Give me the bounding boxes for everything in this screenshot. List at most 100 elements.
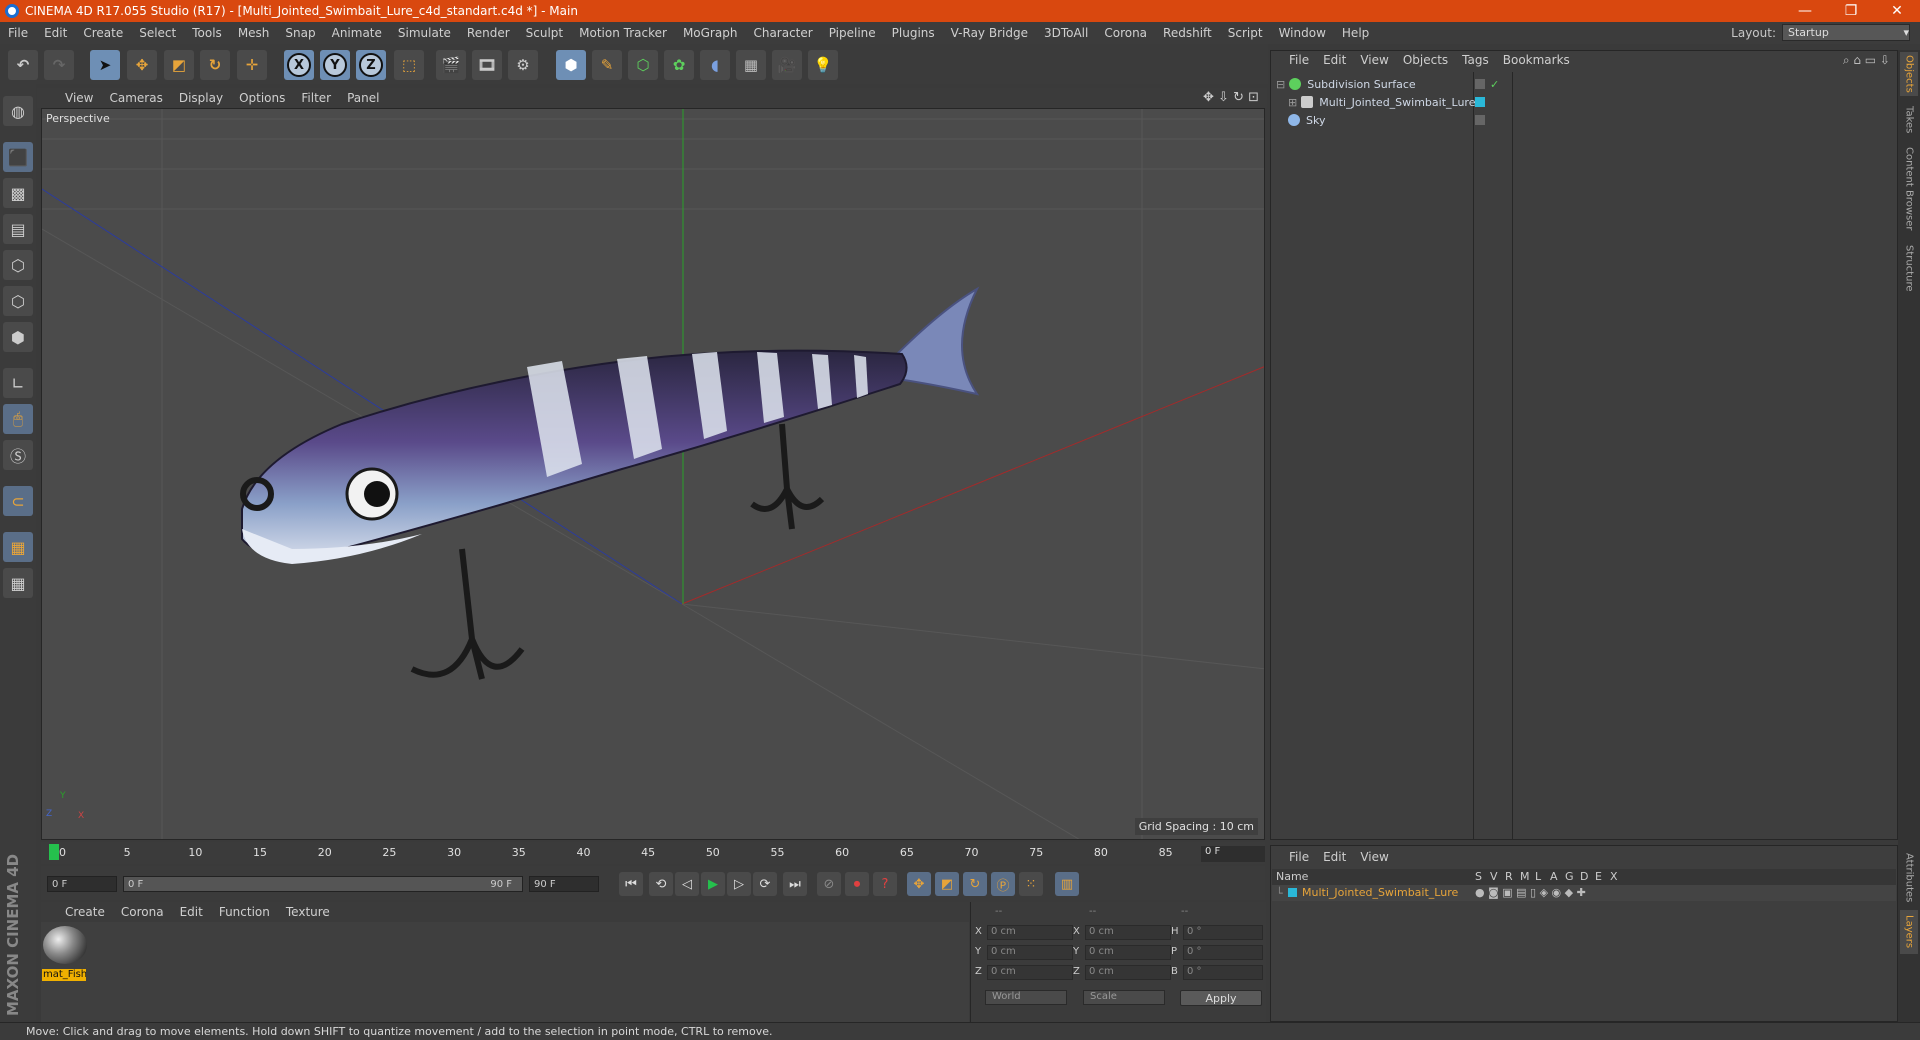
- previous-key-button[interactable]: ⟲: [649, 872, 673, 896]
- layer-name[interactable]: Multi_Jointed_Swimbait_Lure: [1302, 886, 1458, 899]
- viewport-menu-display[interactable]: Display: [171, 91, 231, 105]
- size-mode-dropdown[interactable]: Scale: [1083, 990, 1165, 1005]
- end-frame-field[interactable]: 90 F: [529, 876, 599, 892]
- edges-mode-button[interactable]: ⬡: [3, 286, 33, 316]
- key-scale-button[interactable]: ◩: [935, 872, 959, 896]
- viewport-nav-icons[interactable]: ✥ ⇩ ↻ ⊡: [1203, 90, 1259, 105]
- layer-menu-view[interactable]: View: [1353, 850, 1395, 864]
- coordinate-space-dropdown[interactable]: World: [985, 990, 1067, 1005]
- swimbait-lure-model[interactable]: [240, 286, 980, 680]
- menu-corona[interactable]: Corona: [1096, 26, 1155, 40]
- menu-motion-tracker[interactable]: Motion Tracker: [571, 26, 675, 40]
- camera-label[interactable]: Perspective: [46, 112, 110, 125]
- material-menu-corona[interactable]: Corona: [113, 905, 172, 919]
- go-to-end-button[interactable]: ⏭: [783, 872, 807, 896]
- close-button[interactable]: ✕: [1874, 0, 1920, 22]
- add-camera-button[interactable]: 🎥: [772, 50, 802, 80]
- viewport-menu-cameras[interactable]: Cameras: [101, 91, 170, 105]
- lock-y-axis-button[interactable]: Y: [320, 50, 350, 80]
- layer-col-locked[interactable]: L: [1535, 870, 1541, 883]
- add-spline-button[interactable]: ✎: [592, 50, 622, 80]
- play-button[interactable]: ▶: [701, 872, 725, 896]
- viewport-menu-panel[interactable]: Panel: [339, 91, 387, 105]
- menu-script[interactable]: Script: [1220, 26, 1271, 40]
- menu-3dtoall[interactable]: 3DToAll: [1036, 26, 1096, 40]
- viewport-menu-filter[interactable]: Filter: [293, 91, 339, 105]
- coord-field-b[interactable]: 0 °: [1183, 965, 1263, 980]
- material-preview-sphere[interactable]: [43, 926, 87, 964]
- visibility-toggle-icon[interactable]: [1475, 115, 1485, 125]
- coord-field-pz[interactable]: 0 cm: [987, 965, 1073, 980]
- object-manager-search-icon[interactable]: ⌕ ⌂ ▭ ⇩: [1843, 53, 1890, 68]
- layer-col-view[interactable]: V: [1490, 870, 1498, 883]
- frame-range-slider[interactable]: 0 F 90 F: [123, 876, 523, 892]
- layer-flag-icons[interactable]: ● ◙ ▣ ▤ ▯ ◈ ◉ ◆ ✚: [1475, 886, 1586, 899]
- tab-objects[interactable]: Objects: [1900, 52, 1918, 96]
- workplane-lock-button[interactable]: ▦: [3, 532, 33, 562]
- menu-snap[interactable]: Snap: [277, 26, 323, 40]
- add-deformer-button[interactable]: ◖: [700, 50, 730, 80]
- start-frame-field[interactable]: 0 F: [47, 876, 117, 892]
- collapse-icon[interactable]: ⊟: [1276, 78, 1285, 91]
- material-name-label[interactable]: mat_Fish: [42, 969, 86, 981]
- menu-simulate[interactable]: Simulate: [390, 26, 459, 40]
- menu-redshift[interactable]: Redshift: [1155, 26, 1220, 40]
- layer-col-deformers[interactable]: D: [1580, 870, 1588, 883]
- material-menu-function[interactable]: Function: [211, 905, 278, 919]
- menu-mesh[interactable]: Mesh: [230, 26, 278, 40]
- object-menu-edit[interactable]: Edit: [1316, 53, 1353, 67]
- undo-button[interactable]: ↶: [8, 50, 38, 80]
- coord-field-py[interactable]: 0 cm: [987, 945, 1073, 960]
- layout-dropdown[interactable]: Startup ▾: [1782, 24, 1910, 41]
- model-mode-button[interactable]: ⬛: [3, 142, 33, 172]
- points-mode-button[interactable]: ⬡: [3, 250, 33, 280]
- material-menu-edit[interactable]: Edit: [172, 905, 211, 919]
- enabled-check-icon[interactable]: ✓: [1490, 78, 1499, 91]
- coord-field-h[interactable]: 0 °: [1183, 925, 1263, 940]
- add-light-button[interactable]: 💡: [808, 50, 838, 80]
- autokey-button[interactable]: ⏺: [845, 872, 869, 896]
- menu-animate[interactable]: Animate: [324, 26, 390, 40]
- object-row-sky[interactable]: Sky: [1272, 111, 1896, 129]
- layer-col-animation[interactable]: A: [1550, 870, 1558, 883]
- key-parameter-button[interactable]: Ⓟ: [991, 872, 1015, 896]
- menu-sculpt[interactable]: Sculpt: [518, 26, 571, 40]
- menu-character[interactable]: Character: [745, 26, 820, 40]
- key-rotation-button[interactable]: ↻: [963, 872, 987, 896]
- layer-col-name[interactable]: Name: [1276, 870, 1308, 883]
- tab-takes[interactable]: Takes: [1900, 102, 1918, 138]
- current-frame-field[interactable]: 0 F: [1201, 846, 1265, 862]
- object-menu-tags[interactable]: Tags: [1455, 53, 1496, 67]
- menu-plugins[interactable]: Plugins: [884, 26, 943, 40]
- coord-field-sy[interactable]: 0 cm: [1085, 945, 1171, 960]
- key-pla-button[interactable]: ⁙: [1019, 872, 1043, 896]
- move-tool-button[interactable]: ✥: [127, 50, 157, 80]
- apply-button[interactable]: Apply: [1180, 990, 1262, 1006]
- tab-layers[interactable]: Layers: [1900, 910, 1918, 954]
- scale-tool-button[interactable]: ◩: [164, 50, 194, 80]
- menu-pipeline[interactable]: Pipeline: [821, 26, 884, 40]
- object-row-swimbait-lure[interactable]: ⊞ Multi_Jointed_Swimbait_Lure: [1272, 93, 1896, 111]
- render-view-button[interactable]: 🎬: [436, 50, 466, 80]
- redo-button[interactable]: ↷: [44, 50, 74, 80]
- timeline-window-button[interactable]: ▥: [1055, 872, 1079, 896]
- expand-icon[interactable]: ⊞: [1288, 96, 1297, 109]
- add-cube-button[interactable]: ⬢: [556, 50, 586, 80]
- restore-button[interactable]: ❐: [1828, 0, 1874, 22]
- minimize-button[interactable]: —: [1782, 0, 1828, 22]
- object-menu-bookmarks[interactable]: Bookmarks: [1496, 53, 1577, 67]
- polygons-mode-button[interactable]: ⬢: [3, 322, 33, 352]
- menu-window[interactable]: Window: [1271, 26, 1334, 40]
- lock-x-axis-button[interactable]: X: [284, 50, 314, 80]
- render-settings-button[interactable]: ⚙: [508, 50, 538, 80]
- coord-field-p[interactable]: 0 °: [1183, 945, 1263, 960]
- viewport-perspective[interactable]: Perspective Grid Spacing : 10 cm Y Z X: [41, 108, 1265, 840]
- coordinate-system-button[interactable]: ⬚: [394, 50, 424, 80]
- layer-menu-file[interactable]: File: [1282, 850, 1316, 864]
- object-menu-view[interactable]: View: [1353, 53, 1395, 67]
- previous-frame-button[interactable]: ◁: [675, 872, 699, 896]
- render-to-picture-viewer-button[interactable]: 🎞: [472, 50, 502, 80]
- next-frame-button[interactable]: ▷: [727, 872, 751, 896]
- viewport-menu-view[interactable]: View: [37, 91, 101, 105]
- next-key-button[interactable]: ⟳: [753, 872, 777, 896]
